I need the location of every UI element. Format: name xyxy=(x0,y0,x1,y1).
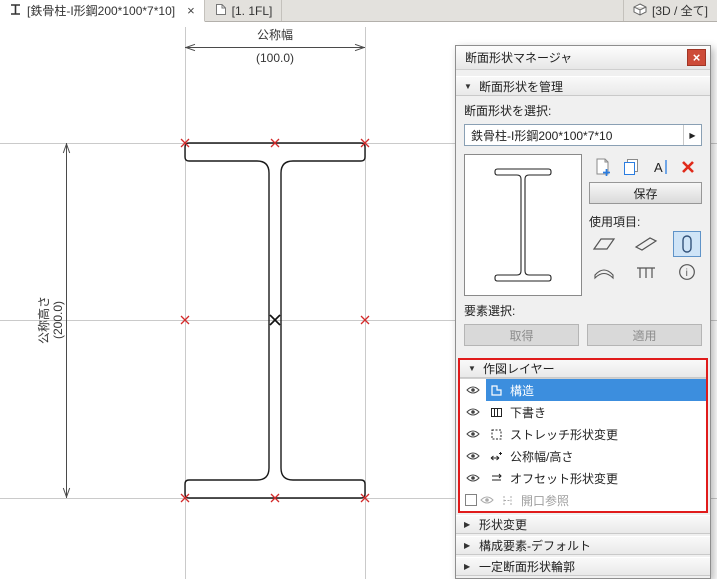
info-icon[interactable]: i xyxy=(673,259,701,285)
profile-dropdown[interactable]: 鉄骨柱-I形鋼200*100*7*10 ▶ xyxy=(464,124,702,146)
section-shape-modification[interactable]: ▶ 形状変更 xyxy=(456,515,710,534)
layer-label: 下書き xyxy=(510,405,547,420)
expand-arrow-icon: ▶ xyxy=(464,562,471,571)
column-use-icon[interactable] xyxy=(673,231,701,257)
layer-row-opening-reference[interactable]: 開口参照 xyxy=(460,489,706,511)
floorplan-icon xyxy=(214,3,227,19)
use-with-row-2: i xyxy=(589,258,702,286)
pickup-button[interactable]: 取得 xyxy=(464,324,579,346)
new-profile-button[interactable] xyxy=(590,155,616,179)
visibility-eye-icon[interactable] xyxy=(460,407,486,417)
tab-label: [鉄骨柱-I形鋼200*100*7*10] xyxy=(27,4,176,18)
opening-reference-checkbox[interactable] xyxy=(465,494,477,506)
visibility-eye-icon[interactable] xyxy=(460,429,486,439)
duplicate-profile-button[interactable] xyxy=(618,155,644,179)
nominal-size-layer-icon xyxy=(489,450,504,463)
profile-preview xyxy=(464,154,582,296)
svg-text:i: i xyxy=(686,268,688,279)
visibility-eye-icon[interactable] xyxy=(460,473,486,483)
layer-row-structure[interactable]: 構造 xyxy=(460,379,706,401)
panel-close-button[interactable]: × xyxy=(687,49,706,66)
shell-use-icon[interactable] xyxy=(590,259,618,285)
section-drawing-layers[interactable]: ▼ 作図レイヤー xyxy=(460,360,706,378)
layer-row-nominal-size[interactable]: 公称幅/高さ xyxy=(460,445,706,467)
visibility-eye-icon[interactable] xyxy=(460,385,486,395)
tab-bar: [鉄骨柱-I形鋼200*100*7*10] × [1. 1FL] [3D / 全… xyxy=(0,0,717,22)
profile-manager-panel: 断面形状マネージャ × ▼ 断面形状を管理 断面形状を選択: 鉄骨柱-I形鋼20… xyxy=(455,45,711,579)
section-label: 構成要素-デフォルト xyxy=(479,539,591,553)
section-uniform-profile-outline[interactable]: ▶ 一定断面形状輪郭 xyxy=(456,557,710,576)
section-components-default[interactable]: ▶ 構成要素-デフォルト xyxy=(456,536,710,555)
profile-dropdown-value: 鉄骨柱-I形鋼200*100*7*10 xyxy=(471,128,613,143)
wall-use-icon[interactable] xyxy=(590,231,618,257)
use-with-label: 使用項目: xyxy=(589,215,641,229)
layer-label: オフセット形状変更 xyxy=(510,471,619,486)
offset-layer-icon xyxy=(489,472,504,485)
height-dim-value: (200.0) xyxy=(51,301,65,339)
width-dim-label: 公称幅 xyxy=(257,27,293,42)
cube-3d-icon xyxy=(633,2,647,19)
panel-title: 断面形状マネージャ xyxy=(465,51,573,65)
apply-button[interactable]: 適用 xyxy=(587,324,702,346)
preview-ibeam-outline xyxy=(494,168,552,282)
tab-3d-all[interactable]: [3D / 全て] xyxy=(622,0,717,21)
section-label: 形状変更 xyxy=(479,518,528,532)
section-label: 作図レイヤー xyxy=(483,362,555,376)
draft-layer-icon xyxy=(489,406,504,419)
layer-row-stretch-modify[interactable]: ストレッチ形状変更 xyxy=(460,423,706,445)
expand-arrow-icon: ▶ xyxy=(464,541,471,550)
dropdown-arrow-icon[interactable]: ▶ xyxy=(683,125,701,145)
rename-profile-button[interactable]: A xyxy=(647,155,673,179)
delete-profile-button[interactable] xyxy=(675,155,701,179)
use-with-row-1 xyxy=(589,230,702,258)
drawing-layers-list: 構造 下書き ストレッチ形状変更 公称幅/高さ オフセット形状変更 開口参照 xyxy=(460,378,706,511)
save-button[interactable]: 保存 xyxy=(589,182,702,204)
stretch-layer-icon xyxy=(489,428,504,441)
dimension-lines xyxy=(62,43,365,498)
layer-label: 開口参照 xyxy=(521,493,570,508)
railing-use-icon[interactable] xyxy=(632,259,660,285)
tab-floorplan[interactable]: [1. 1FL] xyxy=(205,0,283,21)
app-window: [鉄骨柱-I形鋼200*100*7*10] × [1. 1FL] [3D / 全… xyxy=(0,0,717,579)
layer-label: ストレッチ形状変更 xyxy=(510,427,619,442)
beam-use-icon[interactable] xyxy=(632,231,660,257)
layer-label: 構造 xyxy=(510,383,535,398)
tab-label: [3D / 全て] xyxy=(651,4,708,18)
tab-close-icon[interactable]: × xyxy=(187,4,195,17)
structure-layer-icon xyxy=(489,384,504,397)
profile-toolbar: A xyxy=(589,154,702,180)
element-select-label: 要素選択: xyxy=(464,304,516,318)
width-dim-value: (100.0) xyxy=(256,51,294,65)
layer-row-draft[interactable]: 下書き xyxy=(460,401,706,423)
visibility-eye-icon[interactable] xyxy=(460,451,486,461)
collapse-arrow-icon: ▼ xyxy=(464,81,472,91)
drawing-layers-annotation-box: ▼ 作図レイヤー 構造 下書き ストレッチ形状変更 公称幅/高さ オフセット形状… xyxy=(458,358,708,513)
svg-text:A: A xyxy=(654,160,663,175)
expand-arrow-icon: ▶ xyxy=(464,520,471,529)
tab-profile-editor[interactable]: [鉄骨柱-I形鋼200*100*7*10] × xyxy=(0,0,205,22)
section-manage-profiles[interactable]: ▼ 断面形状を管理 xyxy=(456,76,710,96)
height-dim-label: 公称高さ xyxy=(36,296,51,344)
section-label: 一定断面形状輪郭 xyxy=(479,560,576,574)
layer-label: 公称幅/高さ xyxy=(510,449,574,464)
tab-label: [1. 1FL] xyxy=(231,3,273,18)
panel-titlebar[interactable]: 断面形状マネージャ × xyxy=(456,46,710,70)
layer-row-offset-modify[interactable]: オフセット形状変更 xyxy=(460,467,706,489)
profile-editor-icon xyxy=(9,3,22,19)
select-profile-label: 断面形状を選択: xyxy=(464,104,552,118)
section-label: 断面形状を管理 xyxy=(479,79,564,94)
collapse-arrow-icon: ▼ xyxy=(468,364,476,373)
visibility-eye-icon-disabled[interactable] xyxy=(477,495,497,505)
opening-reference-layer-icon xyxy=(500,494,515,507)
